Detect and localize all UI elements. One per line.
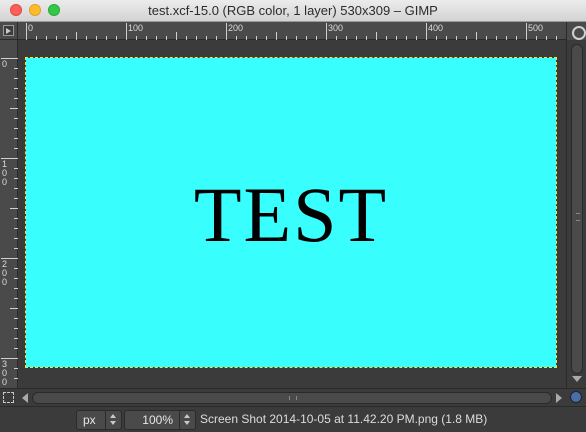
horizontal-scrollbar[interactable] <box>18 391 566 405</box>
window-title: test.xcf-15.0 (RGB color, 1 layer) 530x3… <box>148 3 438 18</box>
menu-arrow-icon <box>3 25 14 36</box>
image-menu-button[interactable] <box>0 22 18 40</box>
ruler-label: 100 <box>128 23 143 33</box>
unit-selector[interactable]: px <box>76 410 122 430</box>
canvas-area[interactable]: TEST <box>18 40 566 388</box>
quick-mask-icon[interactable] <box>3 392 14 403</box>
ruler-label: 500 <box>528 23 543 33</box>
title-bar: test.xcf-15.0 (RGB color, 1 layer) 530x3… <box>0 0 586 22</box>
zoom-follow-icon[interactable] <box>570 391 582 403</box>
horizontal-scroll-track[interactable] <box>32 392 552 404</box>
vertical-ruler-ticks: 0100200300 <box>1 58 18 387</box>
unit-stepper-icon[interactable] <box>105 411 121 429</box>
ruler-label: 0 <box>28 23 33 33</box>
scroll-down-icon[interactable] <box>572 376 582 382</box>
scroll-left-icon[interactable] <box>22 393 28 403</box>
zoom-selector[interactable]: 100% <box>124 410 196 430</box>
vertical-scroll-track[interactable] <box>571 44 583 374</box>
ruler-label: 400 <box>428 23 443 33</box>
horizontal-scroll-grip-icon <box>289 396 297 400</box>
vertical-scrollbar[interactable] <box>566 40 586 388</box>
vertical-ruler[interactable]: 0100200300 <box>0 40 18 388</box>
image-canvas[interactable]: TEST <box>25 57 557 368</box>
horizontal-ruler-ticks: 0 100 200 300 400 500 <box>26 23 557 40</box>
navigate-icon[interactable] <box>566 22 586 40</box>
scroll-right-icon[interactable] <box>556 393 562 403</box>
ruler-label: 0 <box>2 177 7 187</box>
vertical-scroll-grip-icon <box>576 213 580 221</box>
horizontal-ruler[interactable]: 0 100 200 300 400 500 <box>18 22 566 40</box>
status-message: Screen Shot 2014-10-05 at 11.42.20 PM.pn… <box>200 412 488 426</box>
ruler-label: 300 <box>328 23 343 33</box>
image-text: TEST <box>193 171 389 258</box>
ruler-label: 0 <box>2 59 7 69</box>
status-bar: px 100% Screen Shot 2014-10-05 at 11.42.… <box>0 406 586 432</box>
ruler-label: 0 <box>2 377 7 387</box>
ruler-label: 200 <box>228 23 243 33</box>
ruler-label: 0 <box>2 277 7 287</box>
zoom-value: 100% <box>142 413 173 427</box>
horizontal-scroll-row <box>0 388 586 406</box>
zoom-stepper-icon[interactable] <box>179 411 195 429</box>
unit-value: px <box>83 413 96 427</box>
